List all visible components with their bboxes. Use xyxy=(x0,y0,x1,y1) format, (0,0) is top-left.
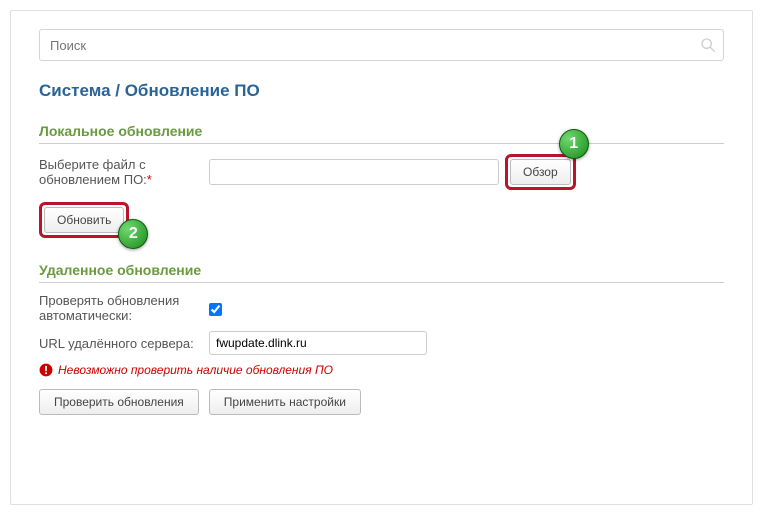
file-input[interactable] xyxy=(209,159,499,185)
search-icon[interactable] xyxy=(700,37,716,53)
file-row: Выберите файл с обновлением ПО:* Обзор 1 xyxy=(39,154,724,190)
file-label: Выберите файл с обновлением ПО:* xyxy=(39,157,209,187)
check-button[interactable]: Проверить обновления xyxy=(39,389,199,415)
url-label: URL удалённого сервера: xyxy=(39,336,209,351)
search-input[interactable] xyxy=(39,29,724,61)
breadcrumb: Система / Обновление ПО xyxy=(39,81,724,101)
browse-highlight: Обзор 1 xyxy=(505,154,576,190)
update-button[interactable]: Обновить xyxy=(44,207,124,233)
auto-checkbox[interactable] xyxy=(209,303,222,316)
marker-2: 2 xyxy=(118,219,148,249)
marker-1: 1 xyxy=(559,129,589,159)
local-section: Локальное обновление Выберите файл с обн… xyxy=(39,123,724,238)
content-panel: Система / Обновление ПО Локальное обновл… xyxy=(10,10,753,505)
url-row: URL удалённого сервера: xyxy=(39,331,724,355)
update-highlight: Обновить 2 xyxy=(39,202,129,238)
local-title: Локальное обновление xyxy=(39,123,724,144)
error-icon xyxy=(39,363,53,377)
search-wrap xyxy=(39,29,724,61)
apply-button[interactable]: Применить настройки xyxy=(209,389,361,415)
url-input[interactable] xyxy=(209,331,427,355)
error-row: Невозможно проверить наличие обновления … xyxy=(39,363,724,377)
button-row: Проверить обновления Применить настройки xyxy=(39,389,724,415)
remote-section: Удаленное обновление Проверять обновлени… xyxy=(39,262,724,415)
remote-title: Удаленное обновление xyxy=(39,262,724,283)
browse-button[interactable]: Обзор xyxy=(510,159,571,185)
error-text: Невозможно проверить наличие обновления … xyxy=(58,363,333,377)
auto-label: Проверять обновления автоматически: xyxy=(39,293,209,323)
auto-row: Проверять обновления автоматически: xyxy=(39,293,724,323)
